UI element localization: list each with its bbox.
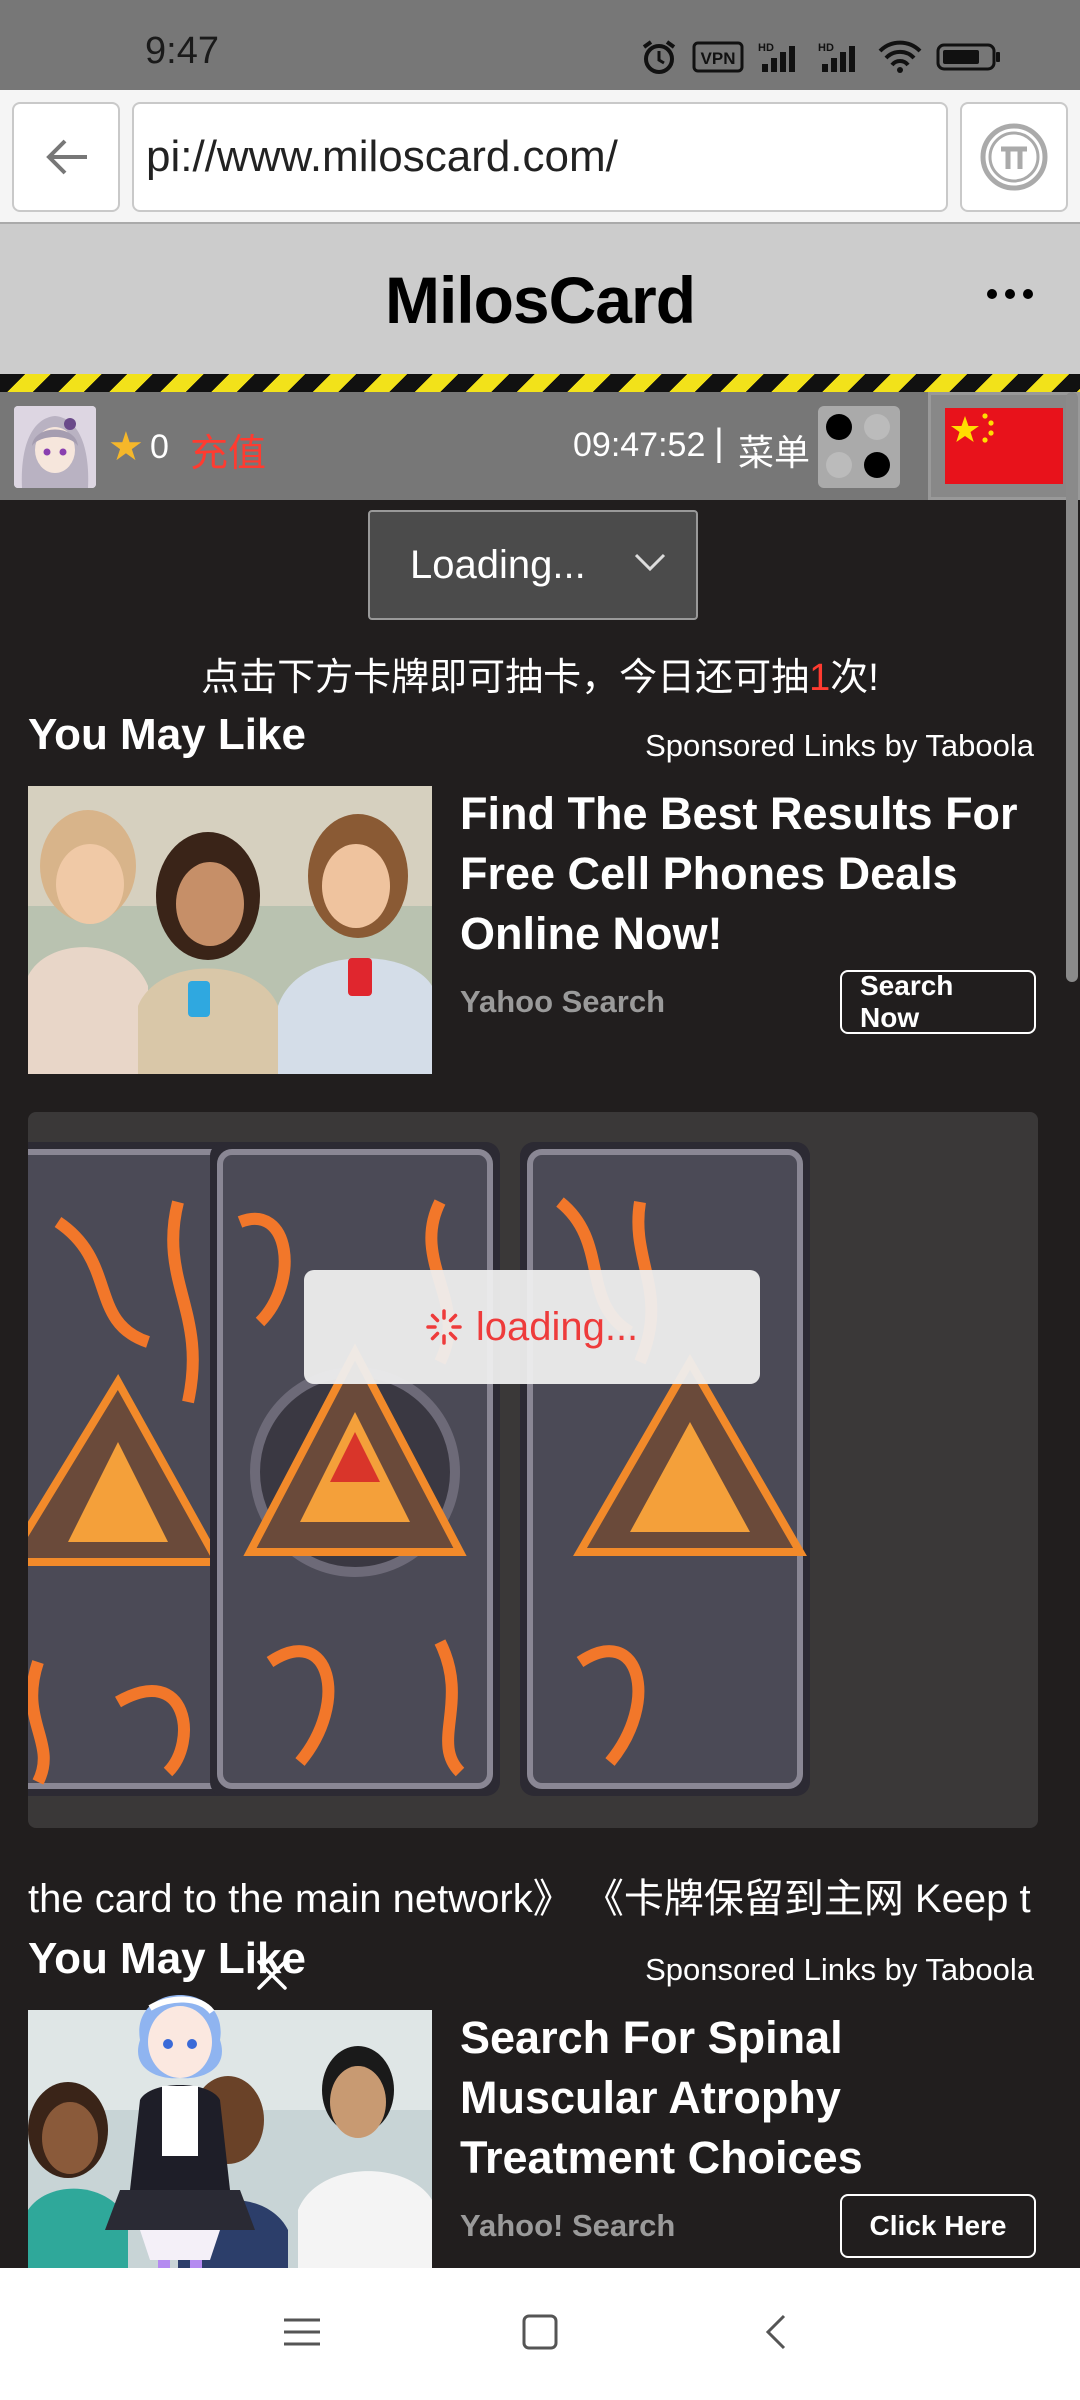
dice-icon[interactable] bbox=[818, 406, 900, 488]
china-flag-icon[interactable] bbox=[928, 392, 1080, 500]
loading-popup: loading... bbox=[304, 1270, 760, 1384]
wifi-icon bbox=[878, 40, 922, 73]
avatar[interactable] bbox=[14, 406, 96, 488]
site-title: MilosCard bbox=[384, 263, 696, 337]
clock: 09:47:52 bbox=[573, 426, 706, 464]
pi-icon bbox=[980, 123, 1048, 191]
url-input[interactable]: pi://www.miloscard.com/ bbox=[132, 102, 948, 212]
card-pack-select[interactable]: Loading... bbox=[368, 510, 698, 620]
battery-icon bbox=[936, 43, 1000, 71]
select-value: Loading... bbox=[410, 542, 586, 587]
user-toolbar: ★ 0 充值 09:47:52 | 菜单 bbox=[0, 392, 1080, 500]
ad-headline[interactable]: Find The Best Results For Free Cell Phon… bbox=[460, 784, 1050, 964]
click-here-button[interactable]: Click Here bbox=[840, 2194, 1036, 2258]
site-header: MilosCard bbox=[0, 222, 1080, 374]
hd-signal-icon: HD bbox=[758, 42, 795, 72]
dot-icon bbox=[987, 289, 997, 299]
star-icon: ★ bbox=[108, 425, 144, 469]
dot-icon bbox=[1023, 289, 1033, 299]
card-back-right[interactable] bbox=[520, 1142, 810, 1796]
browser-url-bar: pi://www.miloscard.com/ bbox=[0, 90, 1080, 222]
system-navigation-bar bbox=[0, 2268, 1080, 2400]
scrolling-announcement: the card to the main network》 《卡牌保留到主网 K… bbox=[28, 1866, 1040, 1922]
search-now-button[interactable]: Search Now bbox=[840, 970, 1036, 1034]
menu-button[interactable]: 菜单 bbox=[738, 424, 810, 476]
loading-text: loading... bbox=[475, 1304, 639, 1349]
menu-icon[interactable] bbox=[282, 2312, 322, 2352]
mascot-character[interactable] bbox=[80, 1960, 280, 2280]
divider: | bbox=[714, 422, 724, 464]
svg-text:HD: HD bbox=[758, 42, 774, 54]
star-count: 0 bbox=[150, 428, 169, 466]
recharge-button[interactable]: 充值 bbox=[190, 422, 266, 477]
hd-signal-icon: HD bbox=[818, 42, 855, 72]
ad-source: Yahoo! Search bbox=[460, 2208, 676, 2243]
svg-text:VPN: VPN bbox=[701, 49, 736, 68]
hazard-stripe-divider bbox=[0, 374, 1080, 392]
pi-wallet-button[interactable] bbox=[960, 102, 1068, 212]
alarm-icon bbox=[642, 40, 676, 74]
home-icon[interactable] bbox=[520, 2312, 560, 2352]
more-options-button[interactable] bbox=[980, 274, 1040, 314]
back-button[interactable] bbox=[12, 102, 120, 212]
arrow-left-icon bbox=[46, 139, 87, 175]
sponsored-label[interactable]: Sponsored Links by Taboola bbox=[645, 728, 1034, 764]
ad-image[interactable] bbox=[28, 786, 432, 1074]
card-back-center[interactable] bbox=[210, 1142, 500, 1796]
spinner-icon bbox=[426, 1309, 462, 1345]
vpn-icon: VPN bbox=[692, 41, 744, 73]
sponsored-label[interactable]: Sponsored Links by Taboola bbox=[645, 1952, 1034, 1988]
ad-section-title: You May Like bbox=[28, 710, 306, 759]
close-icon[interactable] bbox=[255, 1958, 289, 1992]
ad-headline[interactable]: Search For Spinal Muscular Atrophy Treat… bbox=[460, 2008, 1050, 2188]
back-nav-icon[interactable] bbox=[758, 2312, 798, 2352]
card-carousel bbox=[28, 1112, 1038, 1828]
status-time: 9:47 bbox=[145, 30, 219, 72]
dot-icon bbox=[1005, 289, 1015, 299]
status-icons: VPN HD HD bbox=[640, 38, 1002, 76]
remaining-draws: 1 bbox=[809, 657, 831, 699]
announcement-text: the card to the main network》 《卡牌保留到主网 K… bbox=[28, 1877, 1031, 1921]
svg-text:HD: HD bbox=[818, 42, 834, 54]
notice-text: 点击下方卡牌即可抽卡，今日还可抽 bbox=[201, 657, 810, 699]
chevron-down-icon bbox=[634, 553, 666, 572]
draw-notice: 点击下方卡牌即可抽卡，今日还可抽1次! bbox=[0, 646, 1080, 701]
ad-source: Yahoo Search bbox=[460, 984, 666, 1019]
status-bar: 9:47 VPN HD HD bbox=[0, 0, 1080, 90]
notice-suffix: 次! bbox=[830, 657, 879, 699]
